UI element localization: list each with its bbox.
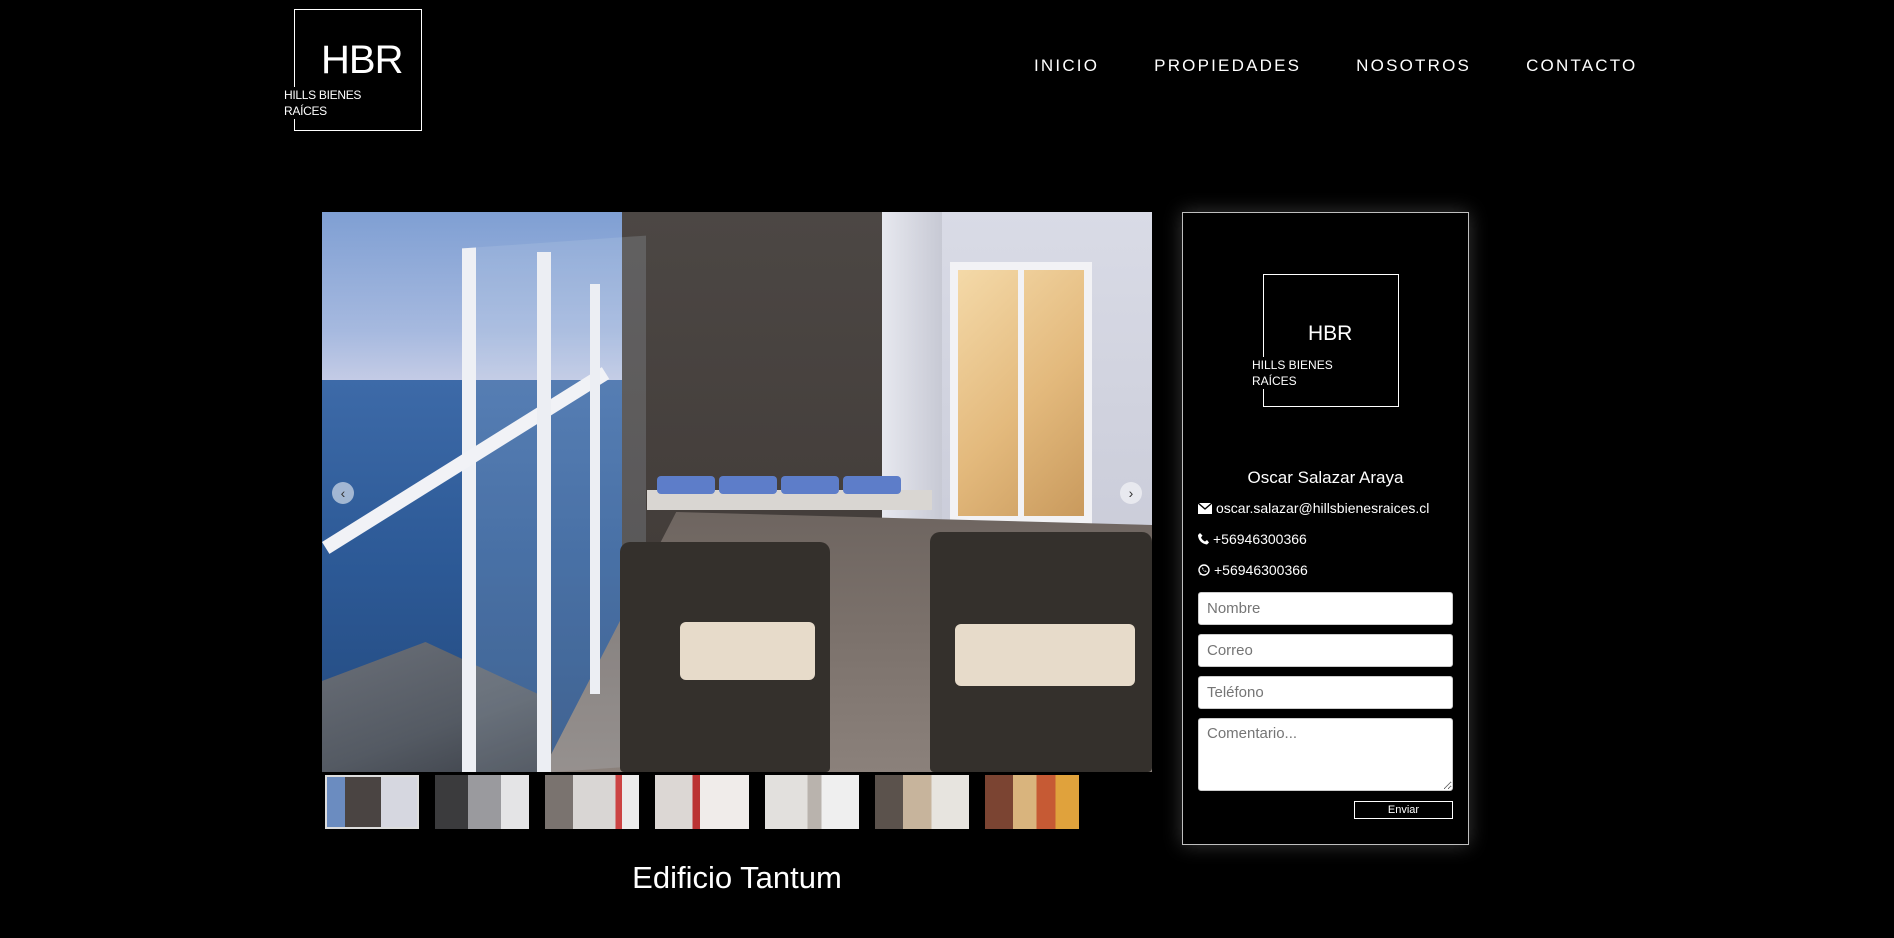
logo-subtitle: HILLS BIENES RAÍCES [284, 87, 368, 119]
logo-mark: HBR [321, 38, 403, 82]
thumbnail[interactable] [985, 775, 1079, 829]
thumbnail[interactable] [875, 775, 969, 829]
thumbnail[interactable] [435, 775, 529, 829]
submit-button[interactable]: Enviar [1354, 801, 1453, 819]
comment-textarea[interactable] [1198, 718, 1453, 791]
agent-phone[interactable]: +56946300366 [1198, 531, 1307, 547]
agent-contact-card: HBR HILLS BIENES RAÍCES Oscar Salazar Ar… [1182, 212, 1469, 845]
site-logo[interactable]: HBR HILLS BIENES RAÍCES [284, 9, 422, 131]
property-title: Edificio Tantum [632, 860, 842, 895]
nav-propiedades[interactable]: PROPIEDADES [1154, 56, 1301, 76]
logo-subtitle: HILLS BIENES RAÍCES [1252, 357, 1339, 389]
email-input[interactable] [1198, 634, 1453, 667]
name-input[interactable] [1198, 592, 1453, 625]
agent-whatsapp-text: +56946300366 [1214, 562, 1308, 578]
phone-input[interactable] [1198, 676, 1453, 709]
gallery-next-button[interactable]: › [1120, 482, 1142, 504]
gallery-thumbnails [325, 775, 1079, 829]
thumbnail[interactable] [765, 775, 859, 829]
agent-card-logo: HBR HILLS BIENES RAÍCES [1252, 274, 1399, 407]
agent-whatsapp[interactable]: +56946300366 [1198, 562, 1308, 578]
thumbnail[interactable] [325, 775, 419, 829]
agent-name: Oscar Salazar Araya [1247, 468, 1404, 487]
nav-contacto[interactable]: CONTACTO [1526, 56, 1637, 76]
gallery-main-image [322, 212, 1152, 772]
whatsapp-icon [1198, 564, 1210, 576]
phone-icon [1198, 533, 1209, 545]
logo-mark: HBR [1308, 322, 1353, 345]
nav-inicio[interactable]: INICIO [1034, 56, 1099, 76]
envelope-icon [1198, 502, 1212, 514]
agent-email-text: oscar.salazar@hillsbienesraices.cl [1216, 500, 1430, 516]
gallery-prev-button[interactable]: ‹ [332, 482, 354, 504]
agent-phone-text: +56946300366 [1213, 531, 1307, 547]
chevron-left-icon: ‹ [340, 485, 346, 501]
chevron-right-icon: › [1128, 485, 1134, 501]
thumbnail[interactable] [655, 775, 749, 829]
agent-email[interactable]: oscar.salazar@hillsbienesraices.cl [1198, 500, 1429, 516]
main-nav: INICIO PROPIEDADES NOSOTROS CONTACTO [1034, 56, 1637, 76]
property-gallery: ‹ › [322, 212, 1152, 772]
thumbnail[interactable] [545, 775, 639, 829]
nav-nosotros[interactable]: NOSOTROS [1356, 56, 1471, 76]
